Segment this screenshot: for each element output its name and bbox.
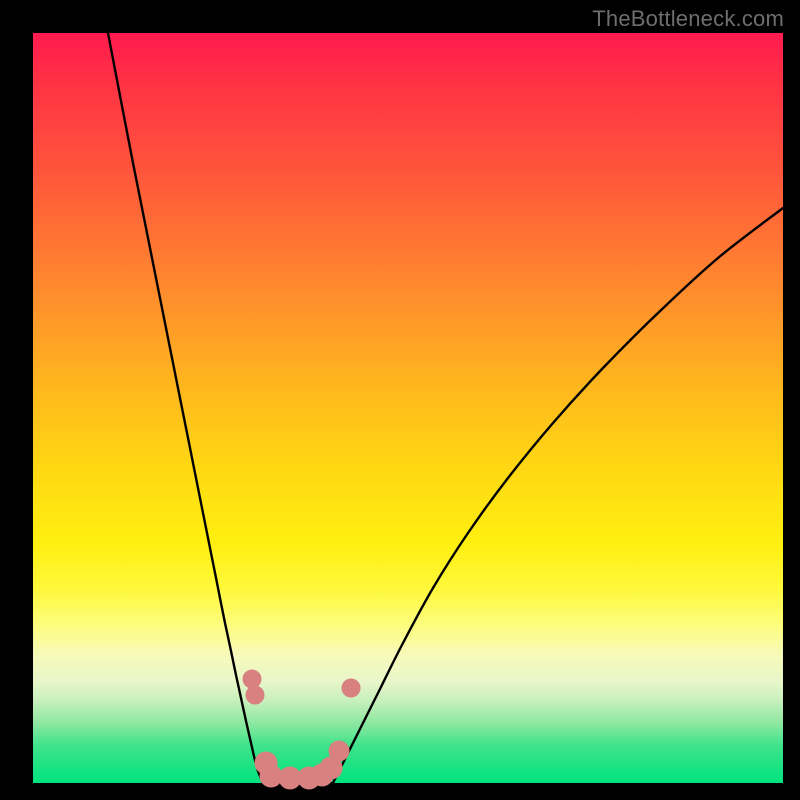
plot-area (33, 33, 783, 783)
chart-frame: TheBottleneck.com (0, 0, 800, 800)
marker-dot (246, 686, 264, 704)
marker-group (243, 670, 360, 789)
marker-dot (342, 679, 360, 697)
marker-dot (329, 741, 349, 761)
curve-left-branch (108, 33, 263, 783)
marker-dot (243, 670, 261, 688)
watermark-text: TheBottleneck.com (592, 6, 784, 32)
curve-layer (33, 33, 783, 783)
curve-right-branch (333, 208, 783, 783)
